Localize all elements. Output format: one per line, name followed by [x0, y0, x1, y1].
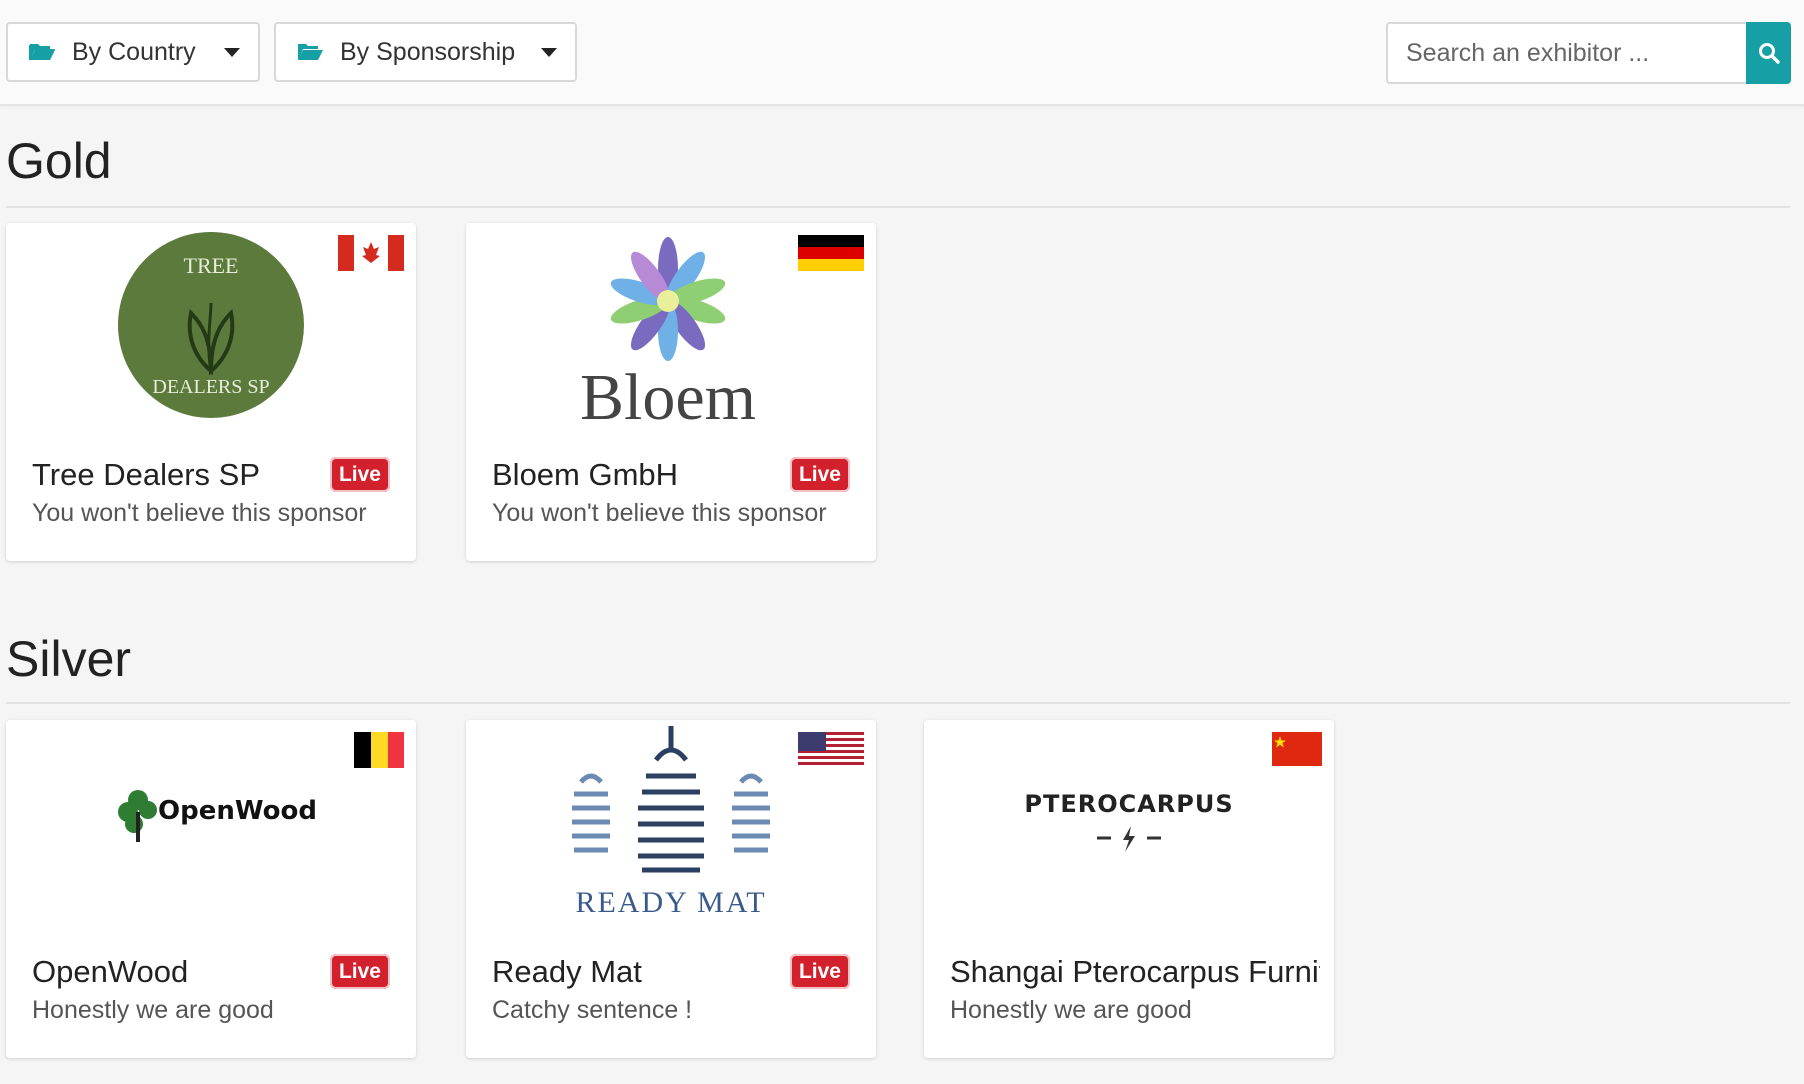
canada-flag-icon — [338, 235, 404, 271]
exhibitor-tagline: Honestly we are good — [32, 996, 274, 1024]
exhibitor-tagline: You won't believe this sponsor — [32, 499, 367, 527]
exhibitor-name: Shangai Pterocarpus Furnit — [950, 954, 1320, 989]
search-input[interactable] — [1386, 22, 1746, 84]
section-title-gold: Gold — [6, 133, 112, 189]
belgium-flag-icon — [338, 732, 404, 768]
svg-text:DEALERS SP: DEALERS SP — [152, 376, 269, 398]
search-button[interactable] — [1746, 22, 1791, 84]
svg-text:TREE: TREE — [184, 253, 239, 278]
exhibitor-search — [1386, 22, 1791, 84]
exhibitor-tagline: Honestly we are good — [950, 996, 1192, 1024]
filter-bar: By Country By Sponsorship — [0, 0, 1804, 106]
svg-text:Bloem: Bloem — [580, 361, 756, 433]
usa-flag-icon — [798, 732, 864, 768]
china-flag-icon — [1272, 732, 1322, 766]
exhibitor-tagline: You won't believe this sponsor — [492, 499, 827, 527]
live-badge: Live — [789, 457, 850, 493]
section-divider — [6, 206, 1790, 208]
exhibitor-card[interactable]: TREE DEALERS SP Tree Dealers SP Live You… — [6, 223, 416, 561]
section-title-silver: Silver — [6, 631, 132, 687]
section-divider — [6, 702, 1790, 704]
country-filter-label: By Country — [72, 37, 196, 66]
svg-text:OpenWood: OpenWood — [158, 796, 317, 826]
svg-text:READY MAT: READY MAT — [575, 886, 766, 919]
live-badge: Live — [329, 457, 390, 493]
folder-open-icon — [29, 44, 55, 60]
sponsorship-filter-label: By Sponsorship — [340, 37, 516, 66]
exhibitor-tagline: Catchy sentence ! — [492, 996, 693, 1024]
search-icon — [1758, 43, 1780, 64]
exhibitor-card[interactable]: READY MAT Ready Mat Live Catchy sentence… — [466, 720, 876, 1058]
sponsorship-filter-dropdown[interactable]: By Sponsorship — [274, 22, 577, 82]
germany-flag-icon — [798, 235, 864, 271]
country-filter-dropdown[interactable]: By Country — [6, 22, 260, 82]
exhibitor-card[interactable]: PTEROCARPUS Shangai Pterocarpus Furnit H… — [924, 720, 1334, 1058]
folder-open-icon — [298, 44, 323, 60]
chevron-down-icon — [224, 48, 240, 57]
exhibitor-card[interactable]: OpenWood OpenWood Live Honestly we are g… — [6, 720, 416, 1058]
live-badge: Live — [789, 954, 850, 990]
chevron-down-icon — [541, 48, 557, 57]
svg-text:PTEROCARPUS: PTEROCARPUS — [1024, 790, 1233, 818]
exhibitor-card[interactable]: Bloem Bloem GmbH Live You won't believe … — [466, 223, 876, 561]
live-badge: Live — [329, 954, 390, 990]
